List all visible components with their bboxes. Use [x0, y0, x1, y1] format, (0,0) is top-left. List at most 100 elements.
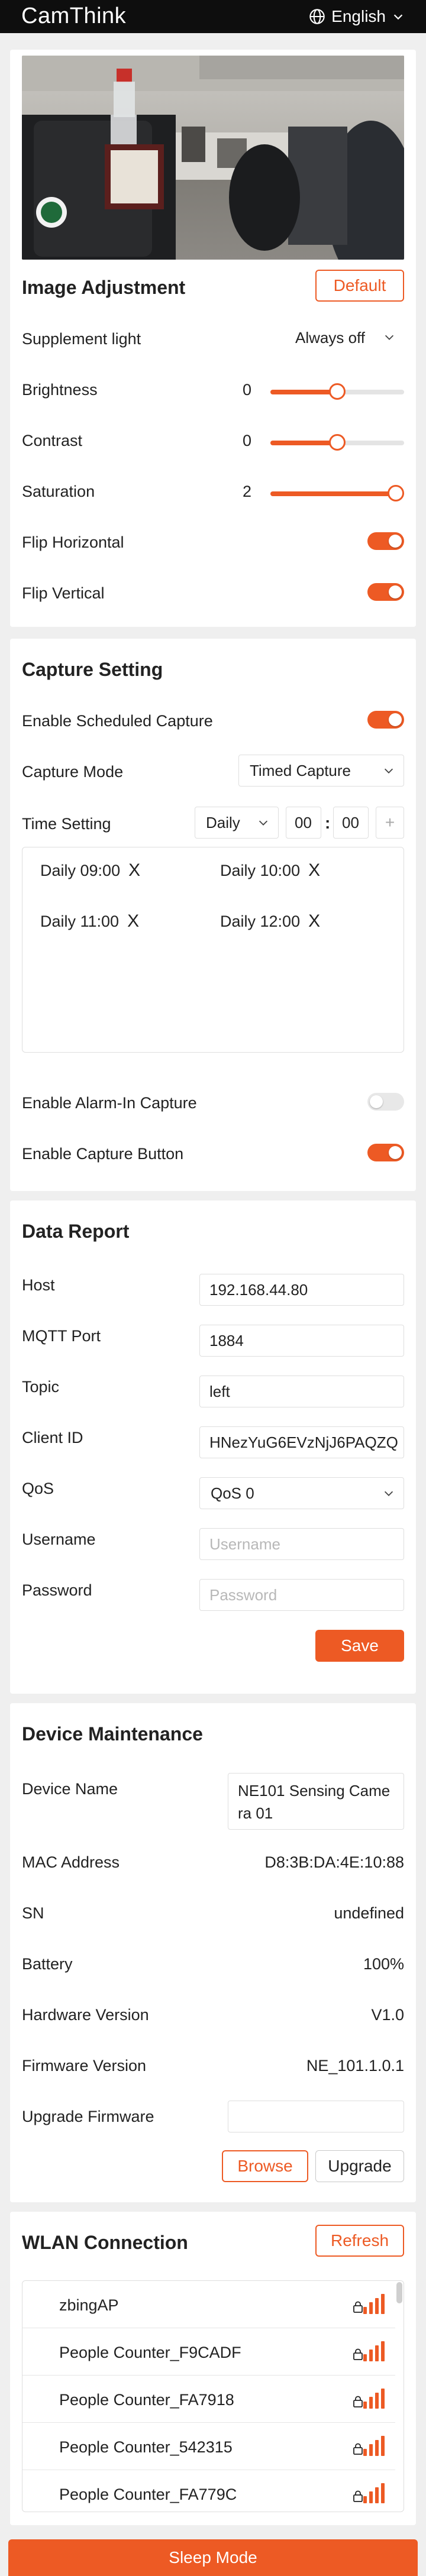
host-label: Host: [22, 1276, 55, 1294]
image-adjustment-title: Image Adjustment: [22, 277, 186, 298]
device-name-line: NE101 Sensing Came: [238, 1782, 390, 1800]
mqtt-port-label: MQTT Port: [22, 1327, 101, 1345]
wifi-network-item[interactable]: zbingAP: [22, 2281, 395, 2328]
camera-preview: [22, 56, 404, 260]
brightness-slider[interactable]: [270, 383, 404, 400]
data-report-title: Data Report: [22, 1221, 130, 1242]
lock-icon: [353, 2348, 363, 2363]
remove-schedule-button[interactable]: X: [127, 911, 139, 931]
minute-input[interactable]: 00: [333, 807, 369, 839]
schedule-item: Daily 10:00 X: [220, 860, 320, 881]
scrollbar[interactable]: [396, 2282, 402, 2303]
wifi-network-item[interactable]: People Counter_FA779C: [22, 2470, 395, 2512]
signal-strength-icon: [363, 2341, 385, 2361]
signal-strength-icon: [363, 2483, 385, 2503]
firmware-version-label: Firmware Version: [22, 2057, 147, 2075]
wlan-network-list[interactable]: zbingAP People Counter_F9CADF People Count…: [22, 2280, 404, 2512]
flip-horizontal-toggle[interactable]: [367, 532, 404, 550]
upgrade-firmware-label: Upgrade Firmware: [22, 2108, 154, 2125]
sleep-mode-button[interactable]: Sleep Mode: [8, 2539, 418, 2576]
contrast-slider[interactable]: [270, 434, 404, 451]
lock-icon: [353, 2396, 363, 2410]
remove-schedule-button[interactable]: X: [308, 860, 320, 881]
device-name-label: Device Name: [22, 1780, 118, 1798]
slider-handle[interactable]: [329, 434, 346, 451]
alarm-in-capture-label: Enable Alarm-In Capture: [22, 1094, 197, 1112]
firmware-version-value: NE_101.1.0.1: [306, 2057, 404, 2075]
wifi-network-item[interactable]: People Counter_542315: [22, 2423, 395, 2470]
wifi-ssid: zbingAP: [59, 2296, 119, 2314]
device-maintenance-title: Device Maintenance: [22, 1723, 203, 1745]
flip-horizontal-label: Flip Horizontal: [22, 533, 124, 551]
scheduled-capture-label: Enable Scheduled Capture: [22, 712, 213, 730]
lock-icon: [353, 2490, 363, 2505]
device-name-line: ra 01: [238, 1804, 273, 1822]
wlan-connection-title: WLAN Connection: [22, 2232, 188, 2253]
contrast-value: 0: [242, 432, 251, 449]
firmware-file-input[interactable]: [228, 2101, 404, 2132]
alarm-in-capture-toggle[interactable]: [367, 1093, 404, 1111]
refresh-button[interactable]: Refresh: [315, 2225, 404, 2257]
mqtt-port-input[interactable]: 1884: [199, 1325, 404, 1357]
device-name-input[interactable]: NE101 Sensing Came ra 01: [228, 1773, 404, 1830]
supplement-light-label: Supplement light: [22, 330, 141, 348]
capture-mode-select[interactable]: Timed Capture: [238, 755, 404, 787]
flip-vertical-toggle[interactable]: [367, 583, 404, 601]
save-button[interactable]: Save: [315, 1630, 404, 1662]
sn-label: SN: [22, 1904, 44, 1922]
sn-value: undefined: [334, 1904, 404, 1922]
slider-handle[interactable]: [388, 485, 404, 501]
image-adjustment-card: Image Adjustment Default Supplement ligh…: [10, 50, 416, 627]
schedule-time: Daily 12:00: [220, 912, 301, 930]
qos-label: QoS: [22, 1480, 54, 1497]
topic-input[interactable]: left: [199, 1376, 404, 1407]
mac-address-label: MAC Address: [22, 1853, 120, 1871]
frequency-select[interactable]: Daily: [195, 807, 279, 839]
brightness-label: Brightness: [22, 381, 98, 399]
saturation-value: 2: [242, 483, 251, 500]
host-input[interactable]: 192.168.44.80: [199, 1274, 404, 1306]
wifi-network-item[interactable]: People Counter_F9CADF: [22, 2328, 395, 2376]
capture-button-toggle[interactable]: [367, 1144, 404, 1161]
browse-button[interactable]: Browse: [222, 2150, 308, 2182]
capture-mode-label: Capture Mode: [22, 763, 124, 781]
chevron-down-icon: [384, 1491, 393, 1496]
schedule-item: Daily 09:00 X: [40, 860, 140, 881]
mac-address-value: D8:3B:DA:4E:10:88: [264, 1853, 404, 1871]
hardware-version-value: V1.0: [371, 2006, 404, 2024]
wifi-ssid: People Counter_FA779C: [59, 2486, 237, 2503]
device-maintenance-card: Device Maintenance Device Name NE101 Sen…: [10, 1703, 416, 2202]
wifi-ssid: People Counter_FA7918: [59, 2391, 234, 2409]
supplement-light-select[interactable]: Always off: [285, 322, 404, 354]
add-time-button[interactable]: +: [376, 807, 404, 839]
client-id-input[interactable]: HNezYuG6EVzNjJ6PAQZQ: [199, 1426, 404, 1458]
capture-setting-card: Capture Setting Enable Scheduled Capture…: [10, 639, 416, 1191]
capture-button-label: Enable Capture Button: [22, 1145, 184, 1163]
upgrade-button[interactable]: Upgrade: [315, 2150, 404, 2182]
wifi-ssid: People Counter_542315: [59, 2438, 233, 2456]
slider-handle[interactable]: [329, 383, 346, 400]
chevron-down-icon: [385, 335, 394, 340]
remove-schedule-button[interactable]: X: [308, 911, 320, 931]
language-selector[interactable]: English: [309, 7, 405, 26]
frequency-value: Daily: [206, 813, 240, 831]
lock-icon: [353, 2301, 363, 2316]
password-label: Password: [22, 1581, 92, 1599]
saturation-slider[interactable]: [270, 485, 404, 501]
scheduled-capture-toggle[interactable]: [367, 711, 404, 729]
username-input[interactable]: Username: [199, 1528, 404, 1560]
remove-schedule-button[interactable]: X: [128, 860, 140, 881]
qos-select[interactable]: QoS 0: [199, 1477, 404, 1509]
password-input[interactable]: Password: [199, 1579, 404, 1611]
schedule-list: Daily 09:00 X Daily 10:00 X Daily 11:00 …: [22, 847, 404, 1053]
hour-input[interactable]: 00: [286, 807, 321, 839]
wifi-network-item[interactable]: People Counter_FA7918: [22, 2376, 395, 2423]
time-setting-label: Time Setting: [22, 815, 111, 833]
topic-label: Topic: [22, 1378, 60, 1396]
default-button[interactable]: Default: [315, 270, 404, 302]
wlan-connection-card: WLAN Connection Refresh zbingAP People Co…: [10, 2212, 416, 2525]
signal-strength-icon: [363, 2294, 385, 2314]
wifi-ssid: People Counter_F9CADF: [59, 2344, 241, 2361]
chevron-down-icon: [384, 768, 393, 774]
top-bar: CamThink English: [0, 0, 426, 33]
